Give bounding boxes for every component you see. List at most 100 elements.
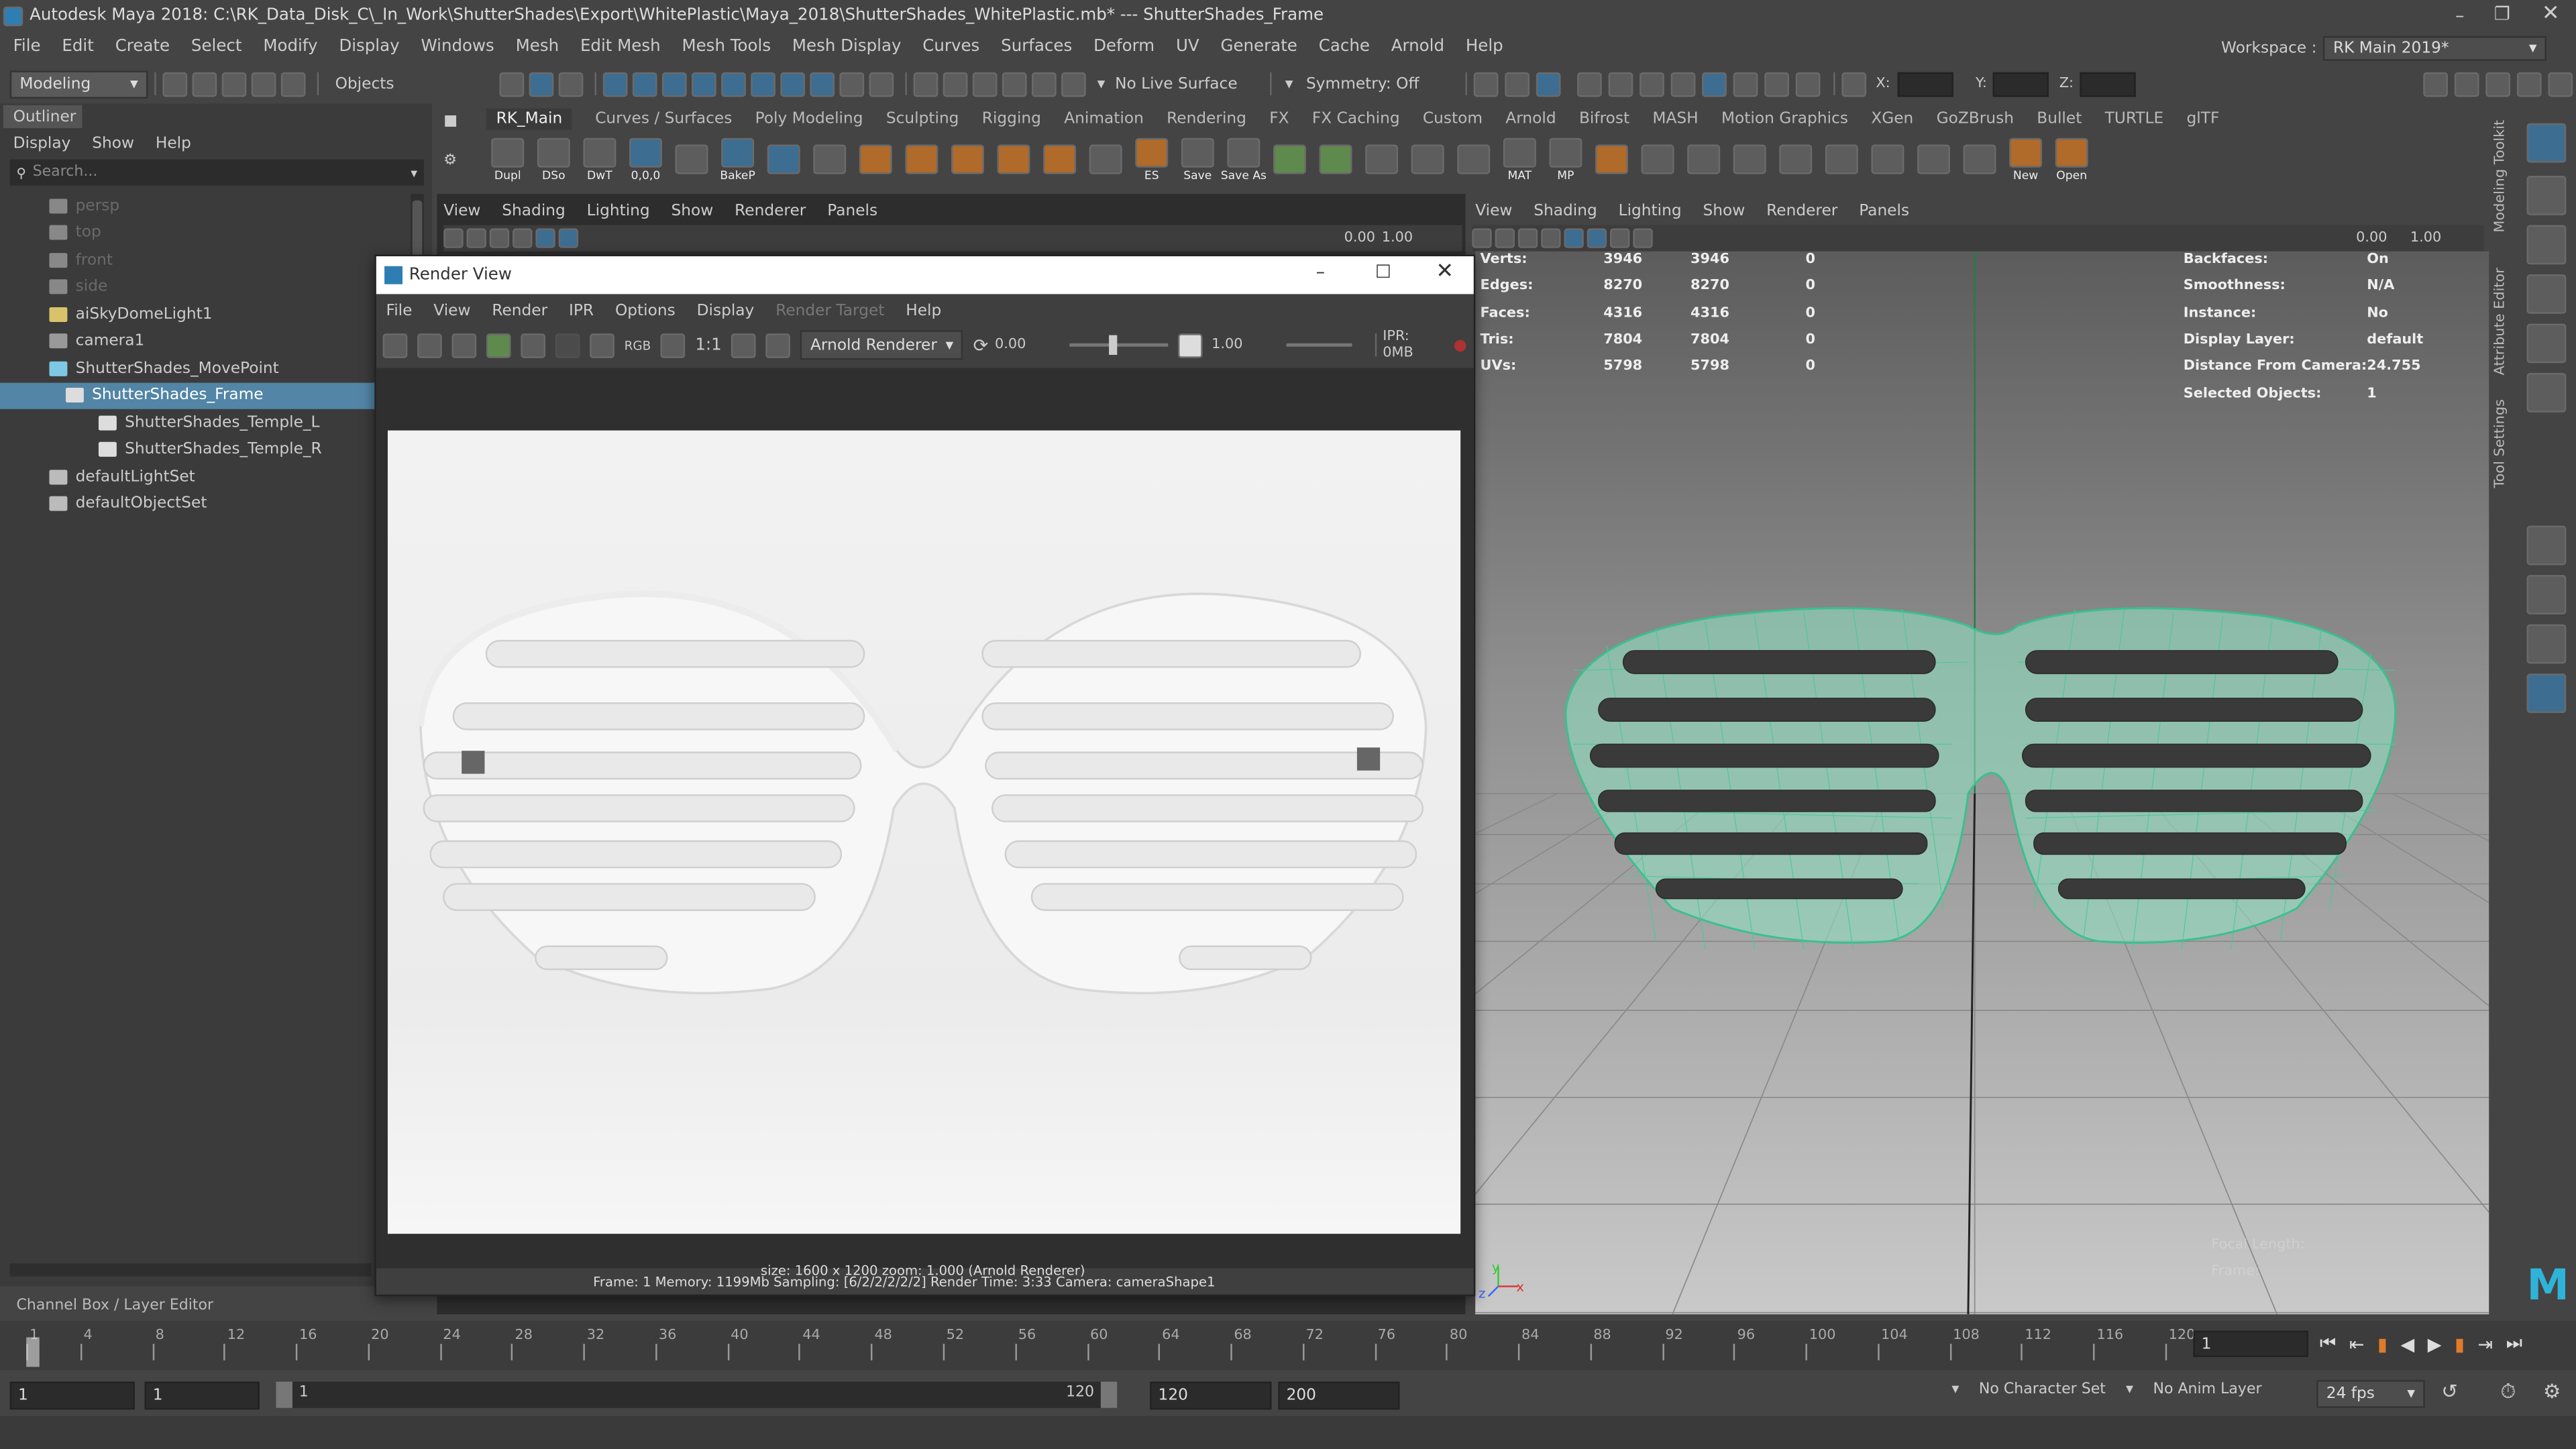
grid-icon[interactable] [1541,228,1561,248]
shelf-tool[interactable]: BakeP [716,137,759,182]
viewport-menu-show[interactable]: Show [672,201,714,219]
menu-edit[interactable]: Edit [62,37,93,55]
shelf-tab-motion-graphics[interactable]: Motion Graphics [1721,110,1848,128]
wireframe-icon[interactable] [535,228,555,248]
camera-attr-icon[interactable] [1495,228,1515,248]
shelf-tool[interactable] [992,144,1035,175]
step-forward-icon[interactable]: ▮ [2455,1333,2465,1354]
loop-icon[interactable]: ↺ [2441,1380,2458,1403]
sign-in-icon[interactable] [2423,71,2449,97]
scrollbar-thumb[interactable] [412,200,423,260]
magnet-icon[interactable] [972,71,998,97]
close-button[interactable]: ✕ [1436,260,1454,284]
arnold-ipr-icon[interactable] [1733,71,1758,97]
shelf-tool[interactable] [1913,144,1955,175]
snap-grid-icon[interactable] [602,71,628,97]
shelf-tool[interactable]: MP [1544,137,1587,182]
render-frame-icon[interactable] [1504,71,1529,97]
render-region-icon[interactable] [417,332,442,358]
lasso-tool-icon[interactable] [2526,176,2567,215]
step-forward-key-icon[interactable]: ⇥ [2478,1333,2493,1354]
shelf-tool[interactable] [1360,144,1403,175]
gamma-slider[interactable] [1286,343,1352,347]
range-end-handle[interactable] [1100,1381,1118,1408]
save-scene-icon[interactable] [221,71,247,97]
shelf-tool[interactable] [1866,144,1909,175]
shelf-tool[interactable] [1452,144,1495,175]
new-scene-icon[interactable] [162,71,188,97]
texture-icon[interactable] [1610,228,1630,248]
select-component-icon[interactable] [558,71,584,97]
character-set-dropdown[interactable]: ▾ No Character Set [1951,1382,2106,1398]
shelf-tool[interactable] [1269,144,1311,175]
grid-icon[interactable] [513,228,533,248]
pointer-icon[interactable] [869,71,894,97]
outliner-item[interactable]: ShutterShades_Frame [0,382,411,409]
shelf-tool[interactable] [1591,144,1633,175]
outliner-item[interactable]: camera1 [0,328,411,355]
menu-windows[interactable]: Windows [421,37,494,55]
shelf-tool[interactable] [808,144,851,175]
play-backward-icon[interactable]: ◀ [2400,1333,2414,1354]
mode-dropdown[interactable]: Modeling ▾ [9,70,148,98]
shelf-settings-icon[interactable]: ⚙ [443,153,457,169]
current-time-marker[interactable] [26,1337,40,1367]
real-size-button[interactable]: 1:1 [695,336,721,354]
shelf-tab-custom[interactable]: Custom [1423,110,1483,128]
shelf-tab-curves-surfaces[interactable]: Curves / Surfaces [595,110,732,128]
viewport-menu-panels[interactable]: Panels [827,201,877,219]
menu-file[interactable]: File [13,37,41,55]
menu-arnold[interactable]: Arnold [1391,37,1444,55]
chevron-down-icon[interactable]: ▾ [1097,74,1106,93]
viewport-menu-shading[interactable]: Shading [1534,201,1597,219]
viewport-menu-renderer[interactable]: Renderer [1766,201,1837,219]
paint-select-icon[interactable] [2526,225,2567,265]
exposure-slider[interactable] [1069,335,1168,355]
right-viewport[interactable]: View Shading Lighting Show Renderer Panels 0.… [1466,193,2489,1315]
history-icon[interactable] [913,71,938,97]
select-object-icon[interactable] [529,71,554,97]
shelf-tool[interactable]: 0,0,0 [625,137,667,182]
stop-render-icon[interactable]: ● [1454,336,1467,354]
menu-mesh-tools[interactable]: Mesh Tools [682,37,771,55]
menu-create[interactable]: Create [115,37,170,55]
render-setup-icon[interactable] [1639,71,1664,97]
toggle-sidebar-icon[interactable] [2454,71,2479,97]
shelf-tab-bifrost[interactable]: Bifrost [1579,110,1629,128]
snap-view-icon[interactable] [691,71,716,97]
viewport-3d-canvas[interactable]: y x z Verts: 3946 3946 0 Edges: 8270 8270 0 Face… [1475,251,2489,1315]
snap-pivot-icon[interactable] [1031,71,1057,97]
ipr-render-icon[interactable] [1536,71,1561,97]
symmetry-label[interactable]: Symmetry: Off [1306,74,1419,93]
outliner-menu-show[interactable]: Show [92,134,134,152]
snap-edge-icon[interactable] [780,71,805,97]
layout-two-icon[interactable] [2526,624,2567,664]
go-to-start-icon[interactable]: ⏮ [2320,1332,2336,1355]
menu-curves[interactable]: Curves [922,37,979,55]
menu-help[interactable]: Help [1466,37,1503,55]
outliner-item[interactable]: top [0,219,411,246]
shelf-tab-rendering[interactable]: Rendering [1167,110,1246,128]
redo-icon[interactable] [280,71,306,97]
z-field[interactable] [2080,71,2137,97]
frame-image-icon[interactable] [731,332,757,358]
slider-handle[interactable] [1109,335,1118,355]
channel-box-label[interactable]: Channel Box / Layer Editor [16,1298,213,1314]
wireframe-icon[interactable] [1564,228,1584,248]
refresh-ipr-icon[interactable] [521,332,546,358]
wrench-icon[interactable] [1764,71,1789,97]
viewport-menu-renderer[interactable]: Renderer [735,201,806,219]
render-menu-ipr[interactable]: IPR [569,301,594,319]
bookmark-icon[interactable] [1517,228,1538,248]
loop-icon[interactable] [1061,71,1086,97]
menu-deform[interactable]: Deform [1093,37,1155,55]
shelf-tab-fx-caching[interactable]: FX Caching [1312,110,1400,128]
menu-display[interactable]: Display [339,37,399,55]
outliner-item[interactable]: ShutterShades_Temple_R [0,436,411,463]
render-menu-file[interactable]: File [386,301,413,319]
side-tab-tool-settings[interactable]: Tool Settings [2492,399,2508,488]
shelf-tab-rk-main[interactable]: RK_Main [486,108,572,130]
time-slider[interactable]: 1 4 8 12 16 20 24 28 32 36 40 44 48 52 56 60 64 68 72 76 80 8… [0,1320,2576,1371]
shelf-menu-icon[interactable]: ■ [443,113,458,129]
shelf-tool[interactable]: Save As [1221,137,1267,182]
